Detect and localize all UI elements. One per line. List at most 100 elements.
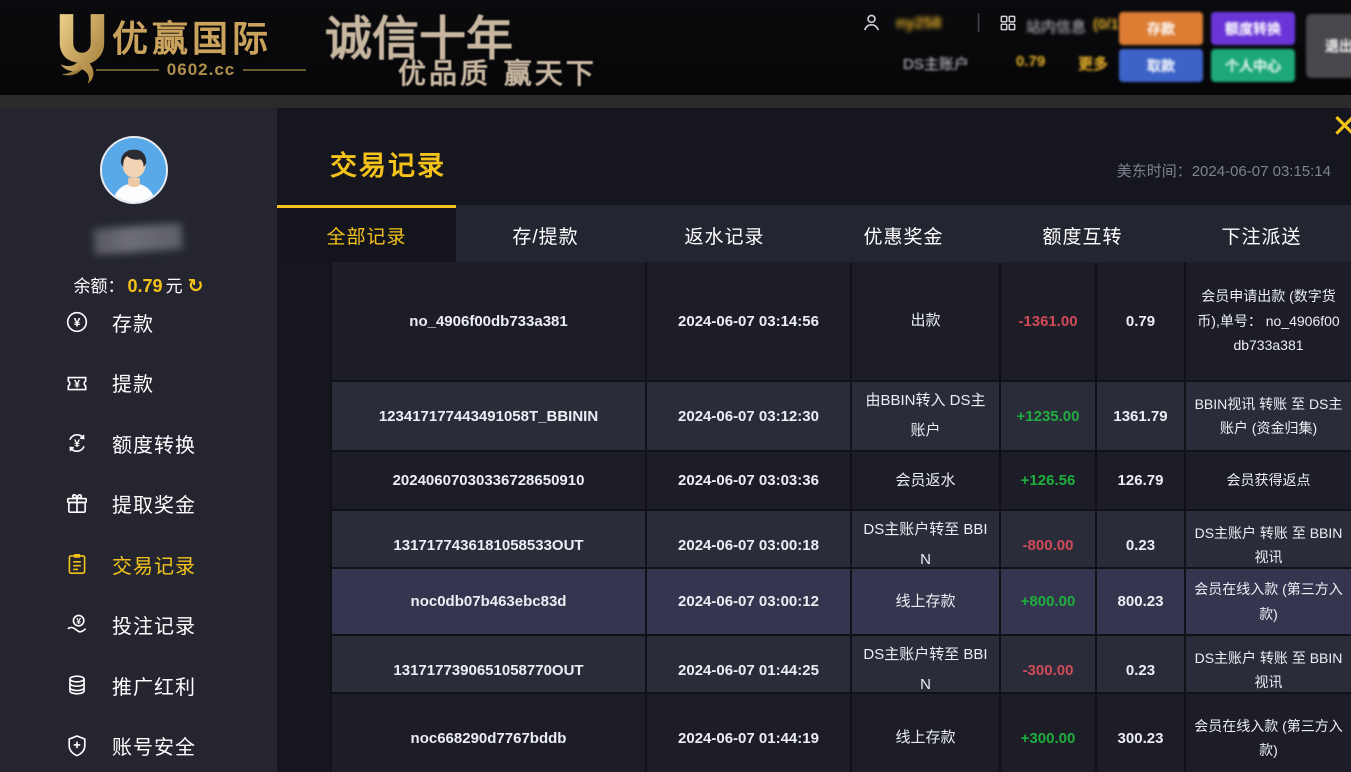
cell-time: 2024-06-07 03:12:30: [647, 382, 852, 450]
header-username[interactable]: ny258: [896, 15, 941, 33]
eastern-time: 美东时间：2024-06-07 03:15:14: [1117, 160, 1331, 181]
sidebar-item-label: 投注记录: [112, 610, 196, 639]
avatar[interactable]: [100, 136, 168, 204]
table-row[interactable]: 1317177390651058770OUT2024-06-07 01:44:2…: [332, 636, 1351, 694]
header-more-link[interactable]: 更多: [1078, 53, 1108, 74]
svg-text:¥: ¥: [76, 616, 81, 626]
sidebar-item-label: 提取奖金: [112, 489, 196, 518]
app-root: 优赢国际 0602.cc 诚信十年 优品质 赢天下 ny258 | 站内信息 (…: [0, 0, 1351, 772]
tab-all-records[interactable]: 全部记录: [277, 205, 456, 262]
header-quota-transfer-button[interactable]: 额度转换: [1211, 12, 1295, 45]
table-row[interactable]: 1317177436181058533OUT2024-06-07 03:00:1…: [332, 511, 1351, 569]
cell-order-id: noc668290d7767bddb: [332, 694, 647, 772]
cell-type: 线上存款: [852, 569, 1001, 634]
sidebar-item-betting-records[interactable]: ¥ 投注记录: [0, 595, 277, 656]
cell-remark: 会员在线入款 (第三方入 款): [1186, 694, 1351, 772]
svg-text:¥: ¥: [74, 438, 80, 450]
sidebar-item-promotion-bonus[interactable]: 推广红利: [0, 655, 277, 716]
inbox-label[interactable]: 站内信息: [1026, 16, 1086, 37]
betting-records-icon: ¥: [64, 612, 90, 638]
timezone-label: 美东时间：: [1117, 163, 1192, 180]
header-balance-value: 0.79: [1016, 53, 1045, 70]
cell-time: 2024-06-07 01:44:19: [647, 694, 852, 772]
masked-username: [93, 223, 183, 255]
sidebar: 余额：0.79元↻ ¥存款¥提款¥额度转换提取奖金交易记录¥投注记录推广红利账号…: [0, 108, 277, 772]
cell-time: 2024-06-07 03:14:56: [647, 262, 852, 380]
main-panel: ✕ 交易记录 美东时间：2024-06-07 03:15:14 全部记录存/提款…: [277, 108, 1351, 772]
cell-type: 出款: [852, 262, 1001, 380]
sidebar-item-transaction-records[interactable]: 交易记录: [0, 534, 277, 595]
header-logout-button[interactable]: 退出: [1306, 14, 1351, 78]
tab-deposit-withdraw[interactable]: 存/提款: [456, 205, 635, 262]
sidebar-item-label: 额度转换: [112, 429, 196, 458]
sidebar-item-quota-transfer[interactable]: ¥ 额度转换: [0, 413, 277, 474]
domain-dash-left: [96, 69, 159, 71]
cell-type: 线上存款: [852, 694, 1001, 772]
sidebar-item-label: 存款: [112, 308, 154, 337]
table-row[interactable]: noc668290d7767bddb2024-06-07 01:44:19线上存…: [332, 694, 1351, 772]
header-deposit-button[interactable]: 存款: [1119, 12, 1203, 45]
cell-remark: 会员在线入款 (第三方入 款): [1186, 569, 1351, 634]
bonus-withdraw-icon: [64, 491, 90, 517]
domain-dash-right: [243, 69, 306, 71]
header-profile-button[interactable]: 个人中心: [1211, 49, 1295, 82]
page-title: 交易记录: [330, 144, 446, 183]
table-row[interactable]: 123417177443491058T_BBININ2024-06-07 03:…: [332, 382, 1351, 452]
cell-order-id: 123417177443491058T_BBININ: [332, 382, 647, 450]
sidebar-item-label: 交易记录: [112, 550, 196, 579]
cell-balance: 0.79: [1097, 262, 1186, 380]
user-icon: [860, 11, 883, 34]
close-icon[interactable]: ✕: [1331, 110, 1351, 142]
table-row[interactable]: noc0db07b463ebc83d2024-06-07 03:00:12线上存…: [332, 569, 1351, 636]
svg-text:¥: ¥: [74, 316, 81, 330]
header-withdraw-button[interactable]: 取款: [1119, 49, 1203, 82]
table-row[interactable]: 202406070303367286509102024-06-07 03:03:…: [332, 452, 1351, 511]
cell-amount: -1361.00: [1001, 262, 1097, 380]
cell-order-id: 20240607030336728650910: [332, 452, 647, 509]
table-row[interactable]: no_4906f00db733a3812024-06-07 03:14:56出款…: [332, 262, 1351, 382]
tab-quota-transfer[interactable]: 额度互转: [993, 205, 1172, 262]
cell-balance: 1361.79: [1097, 382, 1186, 450]
account-security-icon: [64, 733, 90, 759]
tab-promo-bonus[interactable]: 优惠奖金: [814, 205, 993, 262]
cell-amount: +800.00: [1001, 569, 1097, 634]
subheader-strip: [0, 95, 1351, 108]
cell-remark: 会员获得返点: [1186, 452, 1351, 509]
sidebar-item-withdraw[interactable]: ¥提款: [0, 353, 277, 414]
cell-balance: 126.79: [1097, 452, 1186, 509]
record-tabs: 全部记录存/提款返水记录优惠奖金额度互转下注派送: [277, 205, 1351, 262]
slogan-sub: 优品质 赢天下: [398, 52, 597, 92]
transactions-table: no_4906f00db733a3812024-06-07 03:14:56出款…: [330, 262, 1351, 772]
deposit-icon: ¥: [64, 309, 90, 335]
brand-domain: 0602.cc: [96, 60, 306, 80]
cell-amount: +1235.00: [1001, 382, 1097, 450]
sidebar-item-bonus-withdraw[interactable]: 提取奖金: [0, 474, 277, 535]
cell-type: 会员返水: [852, 452, 1001, 509]
tab-bet-dispatch[interactable]: 下注派送: [1172, 205, 1351, 262]
cell-time: 2024-06-07 03:03:36: [647, 452, 852, 509]
withdraw-icon: ¥: [64, 370, 90, 396]
cell-remark: 会员申请出款 (数字货币),单号： no_4906f00db733a381: [1186, 262, 1351, 380]
transaction-records-icon: [64, 551, 90, 577]
header-divider: |: [976, 11, 981, 34]
cell-remark: BBIN视讯 转账 至 DS主账户 (资金归集): [1186, 382, 1351, 450]
svg-text:¥: ¥: [74, 378, 80, 390]
inbox-grid-icon: [998, 13, 1018, 33]
top-header: 优赢国际 0602.cc 诚信十年 优品质 赢天下 ny258 | 站内信息 (…: [0, 0, 1351, 95]
cell-order-id: noc0db07b463ebc83d: [332, 569, 647, 634]
cell-time: 2024-06-07 03:00:12: [647, 569, 852, 634]
cell-order-id: no_4906f00db733a381: [332, 262, 647, 380]
main-account-label: DS主账户: [903, 53, 969, 74]
avatar-image: [102, 138, 166, 202]
brand-domain-text: 0602.cc: [167, 60, 235, 80]
tab-rebate-records[interactable]: 返水记录: [635, 205, 814, 262]
brand-name: 优赢国际: [112, 10, 272, 62]
sidebar-item-deposit[interactable]: ¥ 存款: [0, 292, 277, 353]
sidebar-item-label: 推广红利: [112, 671, 196, 700]
promotion-bonus-icon: [64, 672, 90, 698]
sidebar-item-account-security[interactable]: 账号安全: [0, 716, 277, 772]
cell-type: 由BBIN转入 DS主账户: [852, 382, 1001, 450]
sidebar-menu: ¥存款¥提款¥额度转换提取奖金交易记录¥投注记录推广红利账号安全: [0, 292, 277, 772]
quota-transfer-icon: ¥: [64, 430, 90, 456]
cell-amount: +300.00: [1001, 694, 1097, 772]
